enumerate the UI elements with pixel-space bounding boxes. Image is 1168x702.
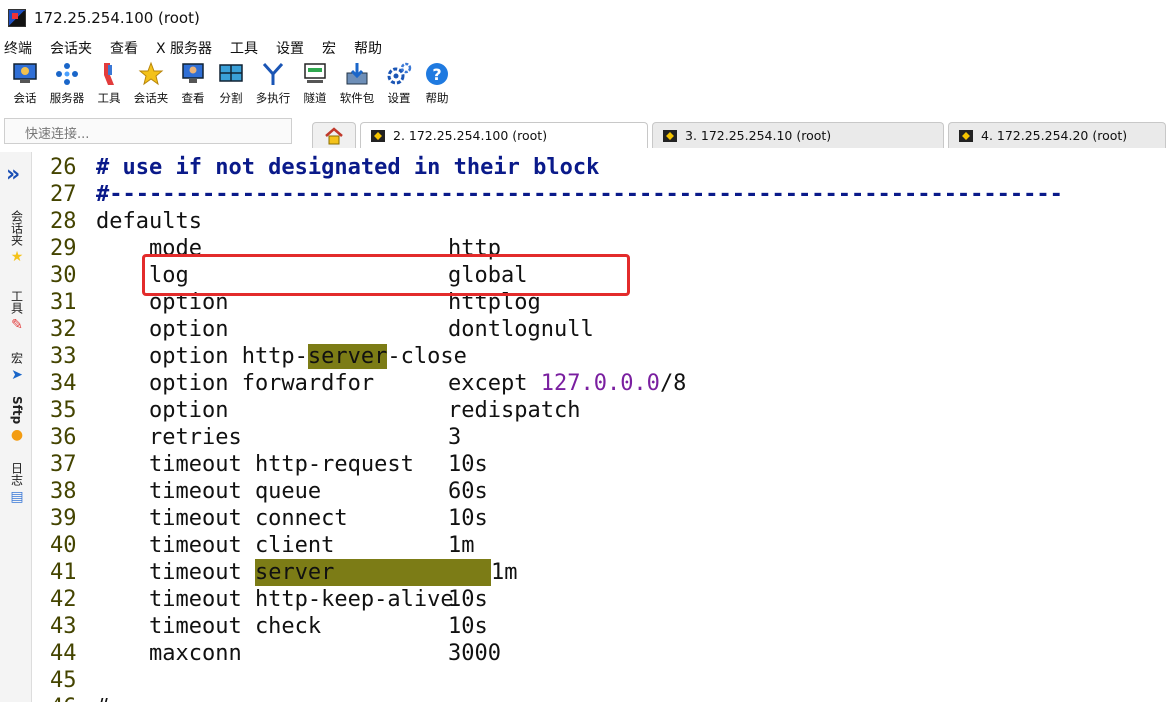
expand-chevron-icon[interactable]: »	[6, 162, 20, 187]
search-highlight: server	[254, 559, 491, 586]
toolbar: 会话 服务器 工具 会话夹 查看 分割 多执行 隧道 软件包 设置 ? 帮助	[0, 60, 1168, 116]
code-line: 36 retries 3	[50, 425, 462, 450]
code-line: 27 #-------------------------------------…	[50, 182, 1063, 207]
send-icon: ➤	[11, 367, 23, 383]
menu-terminal[interactable]: 终端	[4, 38, 32, 58]
split-button[interactable]: 分割	[212, 60, 250, 106]
quick-connect-input[interactable]: 快速连接...	[4, 118, 292, 144]
multiexec-button[interactable]: 多执行	[250, 60, 296, 106]
home-icon	[325, 126, 343, 144]
menu-view[interactable]: 查看	[110, 38, 138, 58]
settings-button[interactable]: 设置	[380, 60, 418, 106]
sidebar-item-tools[interactable]: 工具 ✎	[6, 290, 28, 333]
session-icon	[11, 60, 39, 88]
menu-help[interactable]: 帮助	[354, 38, 382, 58]
tools-icon	[95, 60, 123, 88]
servers-button[interactable]: 服务器	[44, 60, 90, 106]
tab-session-3[interactable]: 3. 172.25.254.10 (root)	[652, 122, 944, 148]
terminal-view[interactable]: 26 # use if not designated in their block…	[32, 152, 1168, 702]
code-line: 32 option dontlognull	[50, 317, 594, 342]
sessions-folder-button[interactable]: 会话夹	[128, 60, 174, 106]
code-line: 46#	[50, 694, 109, 702]
server-icon	[53, 60, 81, 88]
menu-bar: 终端 会话夹 查看 X 服务器 工具 设置 宏 帮助	[0, 36, 1168, 60]
code-line: 39 timeout connect 10s	[50, 506, 488, 531]
session-button[interactable]: 会话	[6, 60, 44, 106]
window-title: 172.25.254.100 (root)	[34, 9, 200, 27]
code-line: 43 timeout check 10s	[50, 614, 488, 639]
tab-session-2[interactable]: 2. 172.25.254.100 (root)	[360, 122, 648, 148]
search-highlight: server	[307, 344, 388, 369]
svg-text:?: ?	[432, 65, 441, 84]
split-icon	[217, 60, 245, 88]
code-line: 38 timeout queue 60s	[50, 479, 488, 504]
terminal-tab-icon	[959, 129, 973, 142]
menu-macros[interactable]: 宏	[322, 38, 336, 58]
code-line: 35 option redispatch	[50, 398, 581, 423]
code-line: 41 timeout server 1m	[50, 559, 518, 586]
sidebar-item-sessions[interactable]: 会话夹 ★	[6, 210, 28, 265]
tab-label: 2. 172.25.254.100 (root)	[393, 128, 548, 143]
mobaxterm-app-icon	[8, 9, 26, 27]
tunnel-icon	[301, 60, 329, 88]
packages-button[interactable]: 软件包	[334, 60, 380, 106]
star-icon	[137, 60, 165, 88]
tools-button[interactable]: 工具	[90, 60, 128, 106]
settings-icon	[385, 60, 413, 88]
code-line: 31 option httplog	[50, 290, 541, 315]
package-icon	[343, 60, 371, 88]
tab-session-4[interactable]: 4. 172.25.254.20 (root)	[948, 122, 1166, 148]
multiexec-icon	[259, 60, 287, 88]
terminal-tab-icon	[663, 129, 677, 142]
code-line: 40 timeout client 1m	[50, 533, 475, 558]
log-icon: ▤	[10, 489, 24, 505]
tab-row: 快速连接... 2. 172.25.254.100 (root) 3. 172.…	[0, 116, 1168, 150]
sftp-icon: ●	[10, 427, 24, 444]
view-icon	[179, 60, 207, 88]
code-line: 42 timeout http-keep-alive10s	[50, 587, 488, 612]
menu-tools[interactable]: 工具	[230, 38, 258, 58]
home-tab[interactable]	[312, 122, 356, 148]
tunneling-button[interactable]: 隧道	[296, 60, 334, 106]
tab-label: 3. 172.25.254.10 (root)	[685, 128, 832, 143]
menu-xserver[interactable]: X 服务器	[156, 38, 212, 58]
code-line: 30 log global	[50, 263, 528, 288]
code-line: 44 maxconn 3000	[50, 641, 501, 666]
code-line: 34 option forwardfor except 127.0.0.0/8	[50, 371, 687, 396]
title-bar: 172.25.254.100 (root)	[0, 0, 1168, 36]
code-line: 37 timeout http-request 10s	[50, 452, 488, 477]
code-line: 45	[50, 668, 77, 693]
menu-settings[interactable]: 设置	[276, 38, 304, 58]
star-icon: ★	[10, 249, 24, 265]
code-line: 29 mode http	[50, 236, 501, 261]
code-line: 28 defaults	[50, 209, 202, 234]
sidebar-item-macros[interactable]: 宏 ➤	[6, 352, 28, 383]
side-panel: » 会话夹 ★ 工具 ✎ 宏 ➤ Sftp ● 日志 ▤	[0, 152, 32, 702]
view-button[interactable]: 查看	[174, 60, 212, 106]
help-icon: ?	[423, 60, 451, 88]
code-line: 33 option http-server-close	[50, 344, 467, 369]
menu-sessions[interactable]: 会话夹	[50, 38, 92, 58]
tools-icon: ✎	[11, 317, 23, 333]
code-line: 26 # use if not designated in their block	[50, 155, 600, 180]
sidebar-item-log[interactable]: 日志 ▤	[6, 462, 28, 505]
sidebar-item-sftp[interactable]: Sftp ●	[6, 396, 28, 443]
tab-label: 4. 172.25.254.20 (root)	[981, 128, 1128, 143]
terminal-tab-icon	[371, 129, 385, 142]
help-button[interactable]: ? 帮助	[418, 60, 456, 106]
